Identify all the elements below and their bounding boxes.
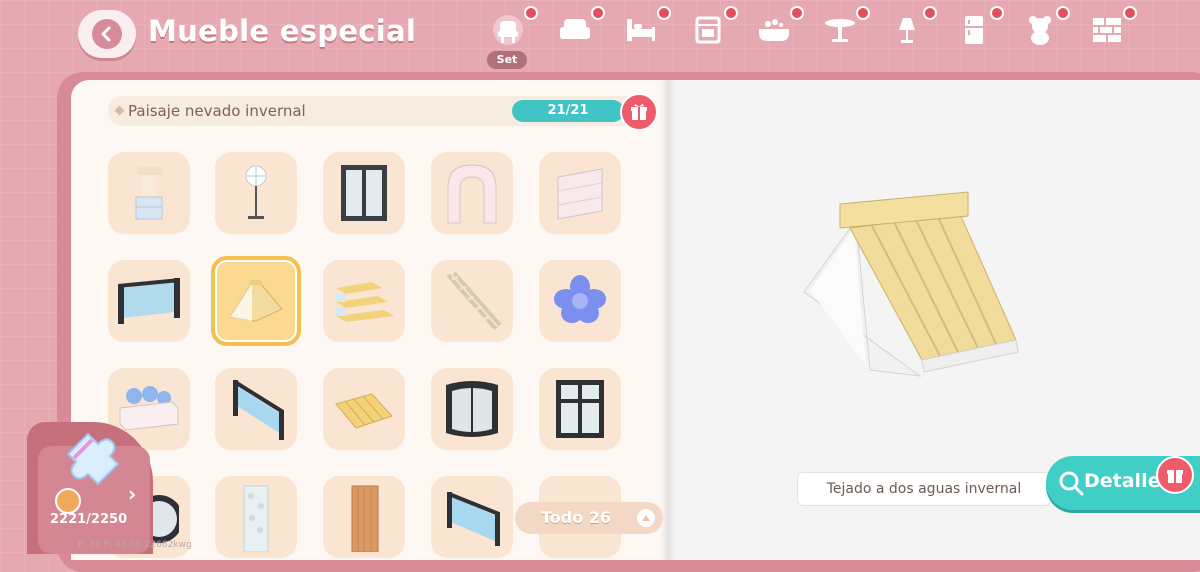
item-slot-awning[interactable] [323, 368, 405, 450]
tab-bed[interactable] [621, 6, 671, 48]
item-slot-stair-railing[interactable] [215, 368, 297, 450]
book-fold [660, 80, 676, 560]
item-slot-ladder-stairs[interactable] [431, 260, 513, 342]
stairs-icon [336, 282, 394, 322]
ladder-stairs-icon [446, 271, 502, 331]
item-slot-pillar[interactable] [108, 152, 190, 234]
wall-panel-icon [557, 168, 603, 220]
item-slot-grid-window[interactable] [539, 368, 621, 450]
item-slot-curved-window[interactable] [431, 368, 513, 450]
item-slot-glass-fence[interactable] [108, 260, 190, 342]
item-slot-stone-column[interactable] [215, 476, 297, 558]
filter-label: Todo 26 [541, 508, 612, 527]
page-title: Mueble especial [148, 14, 417, 48]
pillar-icon [135, 167, 163, 220]
glass-railing-icon [447, 492, 500, 546]
back-arrow-icon [92, 19, 122, 49]
armchair-icon [560, 19, 590, 39]
search-icon [1059, 471, 1084, 496]
back-button[interactable] [78, 10, 136, 58]
brick-wall-icon [1093, 18, 1121, 42]
set-info-bar: Paisaje nevado invernal 21/21 [108, 93, 658, 131]
chevron-up-icon [637, 509, 655, 527]
item-slot-stairs[interactable] [323, 260, 405, 342]
tab-bath[interactable] [754, 6, 804, 48]
set-name: Paisaje nevado invernal [128, 102, 306, 120]
grid-window-icon [556, 380, 604, 438]
tab-lamp[interactable] [887, 6, 937, 48]
item-preview-image [803, 191, 1019, 377]
collection-badge-icon [55, 488, 81, 514]
window-icon [341, 165, 387, 221]
details-gift-icon [1156, 456, 1194, 494]
set-progress-badge: 21/21 [512, 100, 624, 122]
gable-roof-icon [229, 280, 283, 322]
gift-icon [631, 104, 647, 120]
debug-info: P: 30 P: 43 ID: 22662kwg [78, 540, 192, 550]
tab-kitchen[interactable] [688, 6, 738, 48]
teddy-bear-icon [1029, 16, 1051, 45]
item-slot-gable-roof[interactable] [211, 256, 301, 346]
oven-icon [695, 16, 721, 44]
puzzle-piece-icon [66, 432, 120, 486]
tab-armchair[interactable] [555, 6, 605, 48]
bullet-icon [114, 105, 125, 116]
curved-window-icon [446, 381, 498, 437]
tab-fridge[interactable] [954, 6, 1004, 48]
chevron-right-icon[interactable]: › [128, 482, 136, 506]
awning-icon [335, 393, 393, 429]
tab-walls[interactable] [1087, 6, 1137, 48]
collection-count: 2221/2250 [50, 512, 128, 527]
tab-set-label: Set [487, 51, 527, 69]
tab-toys[interactable] [1020, 6, 1070, 48]
filter-button[interactable]: Todo 26 [515, 502, 663, 534]
wood-plank-icon [351, 485, 379, 552]
arch-icon [447, 164, 497, 224]
item-slot-blue-flower[interactable] [539, 260, 621, 342]
item-slot-glass-railing[interactable] [431, 476, 513, 558]
stone-column-icon [243, 485, 269, 552]
lamp-icon [899, 18, 915, 43]
bathtub-icon [759, 19, 789, 41]
item-slot-arch[interactable] [431, 152, 513, 234]
item-slot-window[interactable] [323, 152, 405, 234]
set-reward-button[interactable] [620, 93, 658, 131]
tab-set[interactable] [488, 6, 538, 48]
item-slot-wood-plank[interactable] [323, 476, 405, 558]
stair-railing-icon [233, 380, 285, 440]
item-name: Tejado a dos aguas invernal [797, 472, 1051, 506]
glass-fence-icon [118, 278, 180, 324]
snowflake-lamp-icon [245, 165, 267, 219]
set-chair-icon [493, 15, 523, 45]
table-icon [825, 19, 855, 42]
fridge-icon [965, 16, 983, 44]
blue-flower-icon [554, 275, 606, 323]
item-slot-snowflake-lamp[interactable] [215, 152, 297, 234]
bed-icon [627, 19, 655, 41]
item-slot-wall-panel[interactable] [539, 152, 621, 234]
tab-table[interactable] [820, 6, 870, 48]
